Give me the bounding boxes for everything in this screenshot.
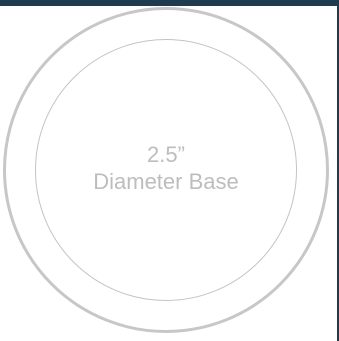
top-accent-bar xyxy=(0,0,339,6)
base-template-canvas: 2.5” Diameter Base xyxy=(0,0,339,341)
base-size-label: 2.5” xyxy=(147,142,185,167)
base-label: 2.5” Diameter Base xyxy=(35,141,297,195)
base-description-label: Diameter Base xyxy=(93,169,239,194)
